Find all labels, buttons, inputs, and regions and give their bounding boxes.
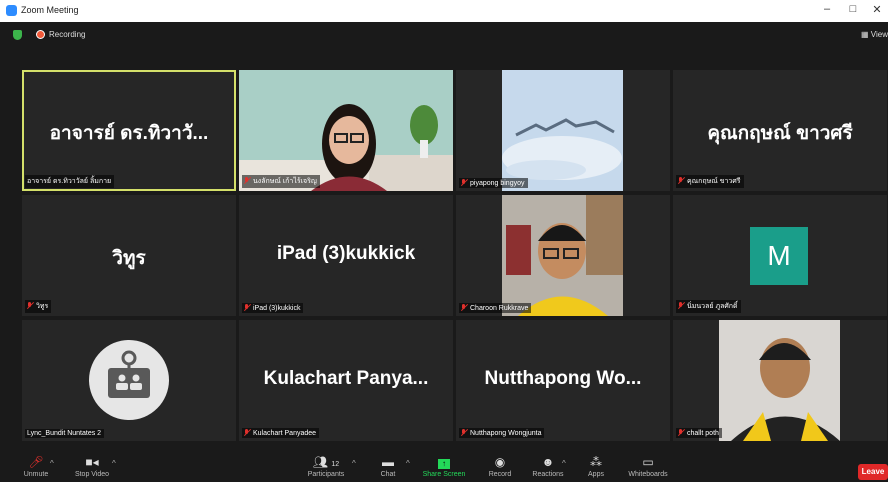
apps-button[interactable]: ⁂ Apps [566, 454, 626, 478]
muted-mic-icon [27, 302, 33, 309]
maximize-button[interactable]: □ [844, 3, 862, 15]
muted-mic-icon [678, 429, 684, 436]
muted-mic-icon [461, 179, 467, 186]
share-screen-icon: ↑ [438, 459, 450, 469]
video-tile[interactable]: วิทูร วิทูร [22, 195, 236, 316]
video-tile[interactable]: piyapong bingyoy [456, 70, 670, 191]
participant-video [502, 70, 623, 191]
participants-options-caret[interactable]: ^ [352, 459, 356, 468]
participant-label: Nutthapong Wongjunta [459, 428, 545, 438]
muted-mic-icon: 🎤︎ [28, 455, 44, 469]
security-shield-icon[interactable] [13, 30, 22, 40]
whiteboards-button[interactable]: ▭ Whiteboards [618, 454, 678, 478]
video-tile[interactable]: Kulachart Panya... Kulachart Panyadee [239, 320, 453, 441]
participant-video [719, 320, 840, 441]
video-tile[interactable]: iPad (3)kukkick iPad (3)kukkick [239, 195, 453, 316]
participant-label: อาจารย์ ดร.ทิวาวัลย์ ลิ้มกาย [25, 175, 115, 188]
video-tile[interactable]: M นิ่มนวลย์ ภูลศักดิ์ [673, 195, 887, 316]
muted-mic-icon [461, 429, 467, 436]
grid-view-icon: ▦ [861, 30, 869, 39]
video-tile[interactable]: คุณกฤษณ์ ขาวศรี คุณกฤษณ์ ขาวศรี [673, 70, 887, 191]
participant-name-large: iPad (3)kukkick [276, 243, 416, 264]
room-system-icon [89, 340, 169, 420]
view-button[interactable]: ▦ View [861, 30, 888, 39]
meeting-topbar: Recording ▦ View [0, 22, 888, 48]
minimize-button[interactable]: – [818, 3, 836, 15]
participant-label: นิ่มนวลย์ ภูลศักดิ์ [676, 300, 741, 313]
video-tile[interactable]: Lync_Bundit Nuntates 2 [22, 320, 236, 441]
participants-button[interactable]: 👥︎ 12 Participants [296, 454, 356, 478]
participant-label: วิทูร [25, 300, 52, 313]
chat-options-caret[interactable]: ^ [406, 459, 410, 468]
meeting-toolbar: 🎤︎ Unmute ^ ■◂ Stop Video ^ 👥︎ 12 Partic… [0, 452, 888, 482]
apps-icon: ⁂ [590, 455, 602, 469]
participant-video [502, 195, 623, 316]
participant-label: คุณกฤษณ์ ขาวศรี [676, 175, 744, 188]
audio-options-caret[interactable]: ^ [50, 459, 54, 468]
participant-name-large: คุณกฤษณ์ ขาวศรี [707, 123, 853, 144]
share-screen-button[interactable]: ↑ Share Screen [414, 454, 474, 478]
participant-label: นงลักษณ์ เก้าไร้เจริญ [242, 175, 320, 188]
participant-label: Lync_Bundit Nuntates 2 [25, 429, 105, 438]
zoom-app-icon [6, 5, 17, 16]
window-titlebar: Zoom Meeting – □ ✕ [0, 0, 888, 22]
video-tile[interactable]: อาจารย์ ดร.ทิวาวั... อาจารย์ ดร.ทิวาวัลย… [22, 70, 236, 191]
participants-count: 12 [331, 461, 340, 468]
unmute-button[interactable]: 🎤︎ Unmute [6, 454, 66, 478]
participant-label: Charoon Rukkrave [459, 303, 532, 313]
leave-button[interactable]: Leave [858, 464, 888, 480]
muted-mic-icon [678, 302, 684, 309]
muted-mic-icon [244, 177, 250, 184]
participant-name-large: Kulachart Panya... [263, 368, 429, 389]
video-tile[interactable]: challt poth [673, 320, 887, 441]
close-button[interactable]: ✕ [868, 3, 886, 16]
video-tile[interactable]: นงลักษณ์ เก้าไร้เจริญ [239, 70, 453, 191]
participant-label: Kulachart Panyadee [242, 428, 320, 438]
participant-label: piyapong bingyoy [459, 178, 528, 188]
participant-video [239, 70, 453, 191]
video-options-caret[interactable]: ^ [112, 459, 116, 468]
participant-name-large: วิทูร [112, 248, 146, 269]
participant-label: challt poth [676, 428, 722, 438]
window-title: Zoom Meeting [21, 5, 79, 15]
whiteboard-icon: ▭ [642, 455, 654, 469]
participant-name-large: อาจารย์ ดร.ทิวาวั... [49, 123, 209, 144]
participant-name-large: Nutthapong Wo... [484, 368, 642, 389]
avatar: M [750, 227, 808, 285]
participants-icon: 👥︎ [312, 455, 329, 469]
recording-status: Recording [49, 30, 86, 39]
video-tile[interactable]: Nutthapong Wo... Nutthapong Wongjunta [456, 320, 670, 441]
muted-mic-icon [678, 177, 684, 184]
muted-mic-icon [244, 429, 250, 436]
muted-mic-icon [461, 304, 467, 311]
participant-label: iPad (3)kukkick [242, 303, 304, 313]
recording-icon [36, 30, 45, 39]
video-tile[interactable]: Charoon Rukkrave [456, 195, 670, 316]
muted-mic-icon [244, 304, 250, 311]
